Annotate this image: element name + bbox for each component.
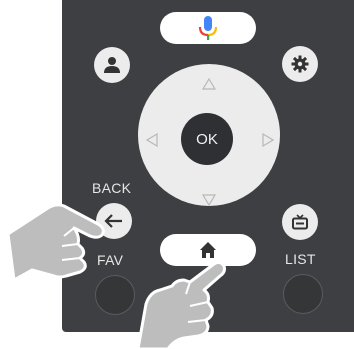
microphone-icon xyxy=(198,16,218,40)
dpad-right-button[interactable] xyxy=(262,133,274,147)
settings-button[interactable] xyxy=(282,46,318,82)
back-label: BACK xyxy=(92,180,132,196)
user-icon xyxy=(104,57,120,73)
dpad-down-button[interactable] xyxy=(202,194,216,206)
ok-label: OK xyxy=(196,130,218,148)
tv-icon xyxy=(292,214,308,230)
profile-button[interactable] xyxy=(94,47,130,83)
dpad-left-button[interactable] xyxy=(146,133,158,147)
hand-pointer-left-icon xyxy=(6,203,105,282)
ok-button[interactable]: OK xyxy=(181,113,233,165)
list-button[interactable] xyxy=(283,274,323,314)
gear-icon xyxy=(291,55,309,73)
list-label: LIST xyxy=(285,251,316,267)
dpad-up-button[interactable] xyxy=(202,78,216,90)
voice-button[interactable] xyxy=(160,12,256,44)
tv-button[interactable] xyxy=(282,204,318,240)
hand-pointer-bottom-icon xyxy=(136,260,226,349)
